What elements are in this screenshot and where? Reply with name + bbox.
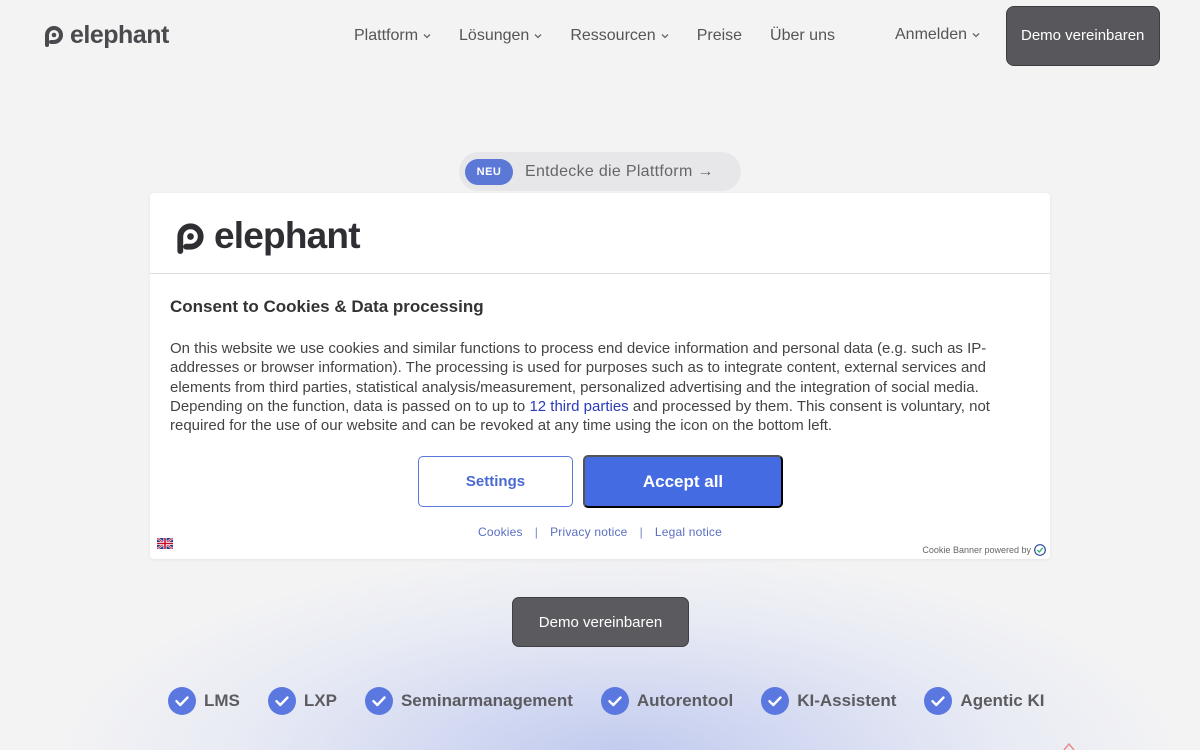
nav-item-label: Ressourcen bbox=[570, 27, 656, 44]
powered-by[interactable]: Cookie Banner powered by bbox=[922, 544, 1046, 556]
third-parties-link[interactable]: 12 third parties bbox=[529, 398, 628, 415]
decorative-arrow-icon bbox=[1063, 742, 1075, 750]
feature-item-autorentool: Autorentool bbox=[600, 687, 734, 715]
new-badge: NEU bbox=[465, 158, 513, 185]
accept-all-button[interactable]: Accept all bbox=[583, 455, 783, 508]
privacy-notice-link[interactable]: Privacy notice bbox=[550, 525, 628, 539]
announcement-text: Entdecke die Plattform → bbox=[525, 162, 714, 180]
shield-check-icon bbox=[1034, 544, 1046, 556]
feature-list: LMS LXP Seminarmanagement Autorentool KI… bbox=[168, 687, 1072, 715]
check-circle-icon bbox=[267, 687, 296, 715]
feature-label: Agentic KI bbox=[960, 691, 1045, 710]
check-circle-icon bbox=[600, 687, 629, 715]
chevron-down-icon bbox=[534, 34, 542, 39]
feature-label: LXP bbox=[303, 691, 337, 710]
hero-demo-button[interactable]: Demo vereinbaren bbox=[512, 597, 689, 647]
feature-item-lxp: LXP bbox=[267, 687, 337, 715]
feature-label: LMS bbox=[204, 691, 240, 710]
nav-item-label: Über uns bbox=[770, 27, 835, 44]
feature-label: KI-Assistent bbox=[797, 691, 897, 710]
announcement-pill[interactable]: NEU Entdecke die Plattform → bbox=[459, 152, 741, 191]
login-label: Anmelden bbox=[895, 26, 968, 43]
chevron-down-icon bbox=[972, 33, 980, 38]
dialog-header: elephant bbox=[150, 193, 1050, 274]
check-circle-icon bbox=[761, 687, 790, 715]
legal-notice-link[interactable]: Legal notice bbox=[655, 525, 722, 539]
check-circle-icon bbox=[364, 687, 393, 715]
dialog-title: Consent to Cookies & Data processing bbox=[170, 297, 484, 316]
dialog-footer-links: Cookies | Privacy notice | Legal notice bbox=[150, 525, 1050, 539]
main-nav: Plattform Lösungen Ressourcen Preise Übe… bbox=[354, 26, 863, 46]
settings-button[interactable]: Settings bbox=[418, 456, 573, 507]
chevron-down-icon bbox=[423, 34, 431, 39]
dialog-logo: elephant bbox=[173, 215, 361, 256]
link-separator: | bbox=[639, 525, 643, 539]
nav-item-ressourcen[interactable]: Ressourcen bbox=[570, 26, 669, 46]
nav-item-label: Plattform bbox=[354, 27, 419, 44]
site-logo[interactable]: elephant bbox=[42, 22, 169, 48]
feature-item-seminarmanagement: Seminarmanagement bbox=[364, 687, 573, 715]
uk-flag-icon[interactable] bbox=[157, 538, 173, 549]
site-header: elephant Plattform Lösungen Ressourcen P… bbox=[0, 0, 1200, 72]
feature-item-ki-assistent: KI-Assistent bbox=[761, 687, 896, 715]
nav-item-label: Lösungen bbox=[459, 27, 530, 44]
feature-item-lms: LMS bbox=[168, 687, 240, 715]
nav-item-preise[interactable]: Preise bbox=[697, 26, 742, 46]
nav-item-loesungen[interactable]: Lösungen bbox=[459, 26, 542, 46]
feature-item-agentic-ki: Agentic KI bbox=[924, 687, 1044, 715]
elephant-logo-icon bbox=[177, 222, 204, 254]
logo-text: elephant bbox=[70, 21, 169, 49]
feature-label: Autorentool bbox=[636, 691, 734, 710]
cookie-consent-dialog: elephant Consent to Cookies & Data proce… bbox=[150, 193, 1050, 559]
nav-item-ueber-uns[interactable]: Über uns bbox=[770, 26, 835, 46]
cookies-link[interactable]: Cookies bbox=[478, 525, 523, 539]
check-circle-icon bbox=[168, 687, 196, 715]
check-circle-icon bbox=[924, 687, 953, 715]
header-demo-button[interactable]: Demo vereinbaren bbox=[1006, 6, 1160, 66]
dialog-body: On this website we use cookies and simil… bbox=[170, 339, 1032, 435]
login-menu[interactable]: Anmelden bbox=[895, 26, 980, 44]
nav-item-plattform[interactable]: Plattform bbox=[354, 26, 431, 46]
feature-label: Seminarmanagement bbox=[400, 691, 573, 710]
nav-item-label: Preise bbox=[696, 27, 743, 44]
link-separator: | bbox=[534, 525, 539, 539]
powered-by-text: Cookie Banner powered by bbox=[922, 545, 1031, 555]
elephant-logo-icon bbox=[45, 26, 63, 47]
dialog-logo-text: elephant bbox=[214, 215, 361, 256]
chevron-down-icon bbox=[661, 34, 669, 39]
